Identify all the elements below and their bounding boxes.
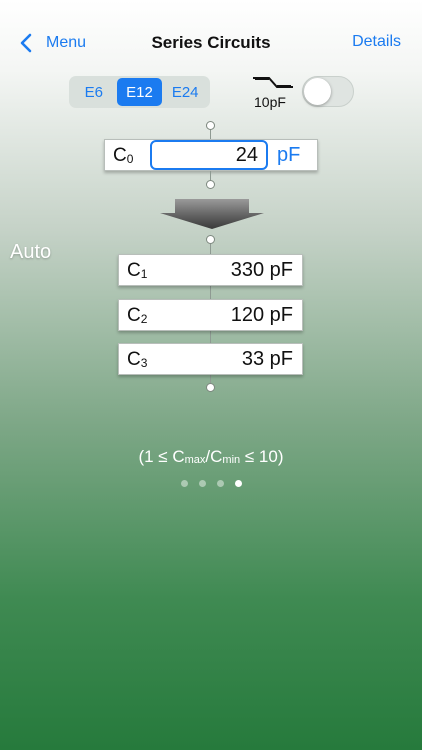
segment-e24[interactable]: E24: [162, 78, 208, 106]
page-dot-1[interactable]: [181, 480, 188, 487]
nav-bar: Menu Series Circuits Details: [0, 0, 422, 88]
page-indicator: [181, 480, 242, 487]
details-button[interactable]: Details: [352, 33, 401, 51]
result-value: 120 pF: [230, 304, 293, 326]
mode-label: Auto: [10, 241, 52, 263]
result-value: 33 pF: [241, 348, 293, 370]
terminal-node-top: [206, 121, 215, 130]
c0-unit-button[interactable]: pF: [277, 144, 300, 167]
segment-e12[interactable]: E12: [116, 78, 163, 106]
segment-e6[interactable]: E6: [71, 78, 117, 106]
c0-row: C0 24 pF: [104, 139, 318, 171]
page-dot-3[interactable]: [217, 480, 224, 487]
result-row-c2: C2 120 pF: [118, 299, 303, 331]
arrow-down-icon: [160, 199, 264, 229]
page-dot-4[interactable]: [235, 480, 242, 487]
result-label: C3: [127, 349, 148, 370]
capacitor-icon: [253, 77, 293, 88]
terminal-node-bottom: [206, 383, 215, 392]
result-label: C2: [127, 305, 148, 326]
terminal-node-result-top: [206, 235, 215, 244]
ratio-constraint: (1 ≤ Cmax/Cmin ≤ 10): [138, 447, 284, 466]
terminal-node-c0: [206, 180, 215, 189]
stray-capacitance-label: 10pF: [254, 94, 286, 110]
c0-value-input[interactable]: 24: [150, 140, 268, 170]
stray-capacitance-toggle[interactable]: [302, 76, 354, 107]
result-row-c1: C1 330 pF: [118, 254, 303, 286]
series-segmented-control: E6 E12 E24: [69, 76, 210, 108]
result-label: C1: [127, 260, 148, 281]
result-value: 330 pF: [230, 259, 293, 281]
page-dot-2[interactable]: [199, 480, 206, 487]
toggle-knob: [304, 78, 331, 105]
result-row-c3: C3 33 pF: [118, 343, 303, 375]
c0-label: C0: [113, 145, 134, 166]
